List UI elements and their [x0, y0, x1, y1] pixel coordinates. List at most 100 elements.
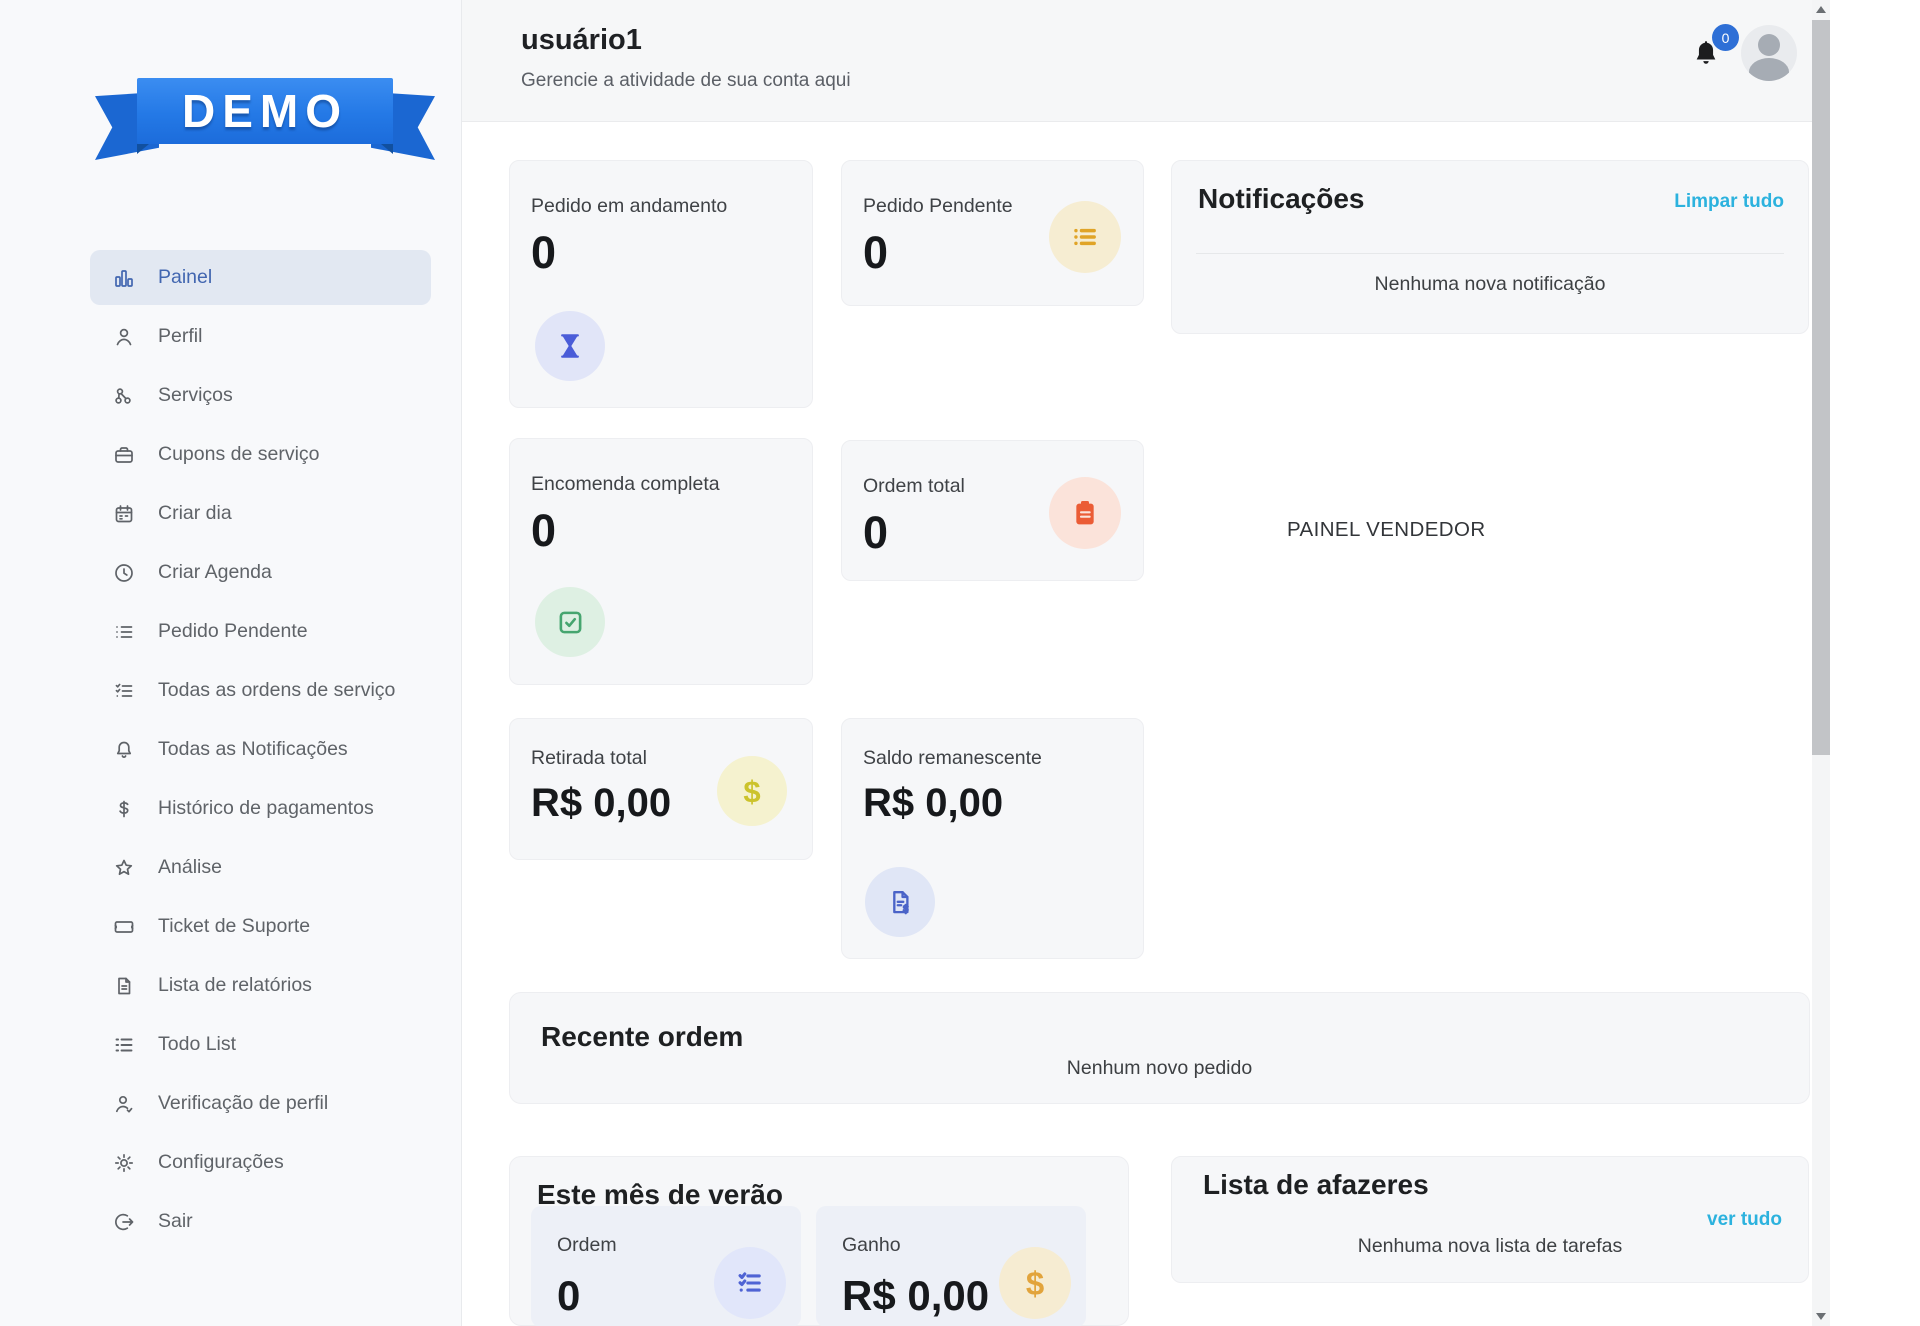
todo-panel: Lista de afazeres ver tudo Nenhuma nova …	[1171, 1156, 1809, 1283]
this-month-panel: Este mês de verão Ordem 0 Ganho R$ 0,00 …	[509, 1156, 1129, 1326]
sidebar-item-label: Ticket de Suporte	[158, 915, 310, 938]
scrollbar-thumb[interactable]	[1812, 20, 1830, 755]
card-title: Retirada total	[531, 747, 647, 770]
card-saldo-remanescente: Saldo remanescente R$ 0,00	[841, 718, 1144, 959]
page-header: usuário1 Gerencie a atividade de sua con…	[462, 0, 1812, 122]
check-square-icon	[535, 587, 605, 657]
sidebar-item-todo-list[interactable]: Todo List	[0, 1015, 462, 1074]
dollar-icon: $	[717, 756, 787, 826]
card-title: Pedido em andamento	[531, 195, 727, 218]
sidebar-item-sair[interactable]: Sair	[0, 1192, 462, 1251]
invoice-icon	[865, 867, 935, 937]
bell-outline-icon	[112, 738, 136, 762]
month-order-label: Ordem	[557, 1234, 617, 1257]
month-earning-value: R$ 0,00	[842, 1272, 989, 1320]
card-value: 0	[863, 507, 888, 559]
todo-empty-text: Nenhuma nova lista de tarefas	[1172, 1235, 1808, 1258]
sidebar-item-label: Perfil	[158, 325, 202, 348]
sidebar-item-lista-relatorios[interactable]: Lista de relatórios	[0, 956, 462, 1015]
sidebar-item-label: Todas as Notificações	[158, 738, 348, 761]
sidebar-item-label: Criar dia	[158, 502, 232, 525]
sidebar-item-painel[interactable]: Painel	[0, 248, 462, 307]
ribbon-band: DEMO	[137, 78, 393, 144]
gear-icon	[112, 1151, 136, 1175]
page-title: usuário1	[521, 24, 642, 57]
sidebar-item-cupons[interactable]: Cupons de serviço	[0, 425, 462, 484]
card-value: 0	[531, 505, 556, 557]
sidebar-item-notificacoes[interactable]: Todas as Notificações	[0, 720, 462, 779]
recent-order-empty-text: Nenhum novo pedido	[510, 1057, 1809, 1080]
notifications-title: Notificações	[1198, 183, 1365, 215]
sidebar-item-label: Criar Agenda	[158, 561, 272, 584]
dollar-icon	[112, 797, 136, 821]
view-all-link[interactable]: ver tudo	[1707, 1209, 1782, 1231]
painel-vendedor-label: PAINEL VENDEDOR	[1287, 518, 1486, 542]
card-title: Saldo remanescente	[863, 747, 1042, 770]
checklist-icon	[714, 1247, 786, 1319]
page-subtitle: Gerencie a atividade de sua conta aqui	[521, 70, 851, 92]
sidebar-item-pedido-pendente[interactable]: Pedido Pendente	[0, 602, 462, 661]
bar-chart-icon	[112, 266, 136, 290]
sidebar: DEMO Painel Perfil Serviços	[0, 0, 462, 1326]
month-order-value: 0	[557, 1272, 580, 1320]
hourglass-icon	[535, 311, 605, 381]
sidebar-item-label: Sair	[158, 1210, 193, 1233]
todo-list-icon	[112, 1033, 136, 1057]
sidebar-item-label: Todas as ordens de serviço	[158, 679, 395, 702]
sidebar-item-label: Painel	[158, 266, 212, 289]
card-encomenda-completa: Encomenda completa 0	[509, 438, 813, 685]
sidebar-item-servicos[interactable]: Serviços	[0, 366, 462, 425]
todo-title: Lista de afazeres	[1203, 1169, 1429, 1201]
pending-list-icon	[112, 620, 136, 644]
user-check-icon	[112, 1092, 136, 1116]
sidebar-item-label: Verificação de perfil	[158, 1092, 328, 1115]
user-icon	[112, 325, 136, 349]
divider	[1196, 253, 1784, 254]
sidebar-item-label: Histórico de pagamentos	[158, 797, 374, 820]
vertical-scrollbar[interactable]	[1812, 0, 1830, 1326]
card-pedido-pendente: Pedido Pendente 0	[841, 160, 1144, 306]
sidebar-item-label: Serviços	[158, 384, 233, 407]
sidebar-item-label: Pedido Pendente	[158, 620, 308, 643]
avatar-body	[1749, 58, 1789, 81]
notification-count-badge[interactable]: 0	[1712, 24, 1739, 51]
card-ordem-total: Ordem total 0	[841, 440, 1144, 581]
notifications-panel: Notificações Limpar tudo Nenhuma nova no…	[1171, 160, 1809, 334]
sidebar-item-criar-dia[interactable]: Criar dia	[0, 484, 462, 543]
recent-order-title: Recente ordem	[541, 1021, 743, 1053]
card-value: R$ 0,00	[863, 781, 1003, 826]
sidebar-item-ticket-suporte[interactable]: Ticket de Suporte	[0, 897, 462, 956]
scroll-down-button[interactable]	[1816, 1313, 1826, 1320]
document-icon	[112, 974, 136, 998]
sidebar-item-verificacao-perfil[interactable]: Verificação de perfil	[0, 1074, 462, 1133]
card-retirada-total: Retirada total R$ 0,00 $	[509, 718, 813, 860]
scroll-up-button[interactable]	[1816, 6, 1826, 13]
sidebar-nav: Painel Perfil Serviços Cupons de serviço	[0, 248, 462, 1251]
clipboard-icon	[1049, 477, 1121, 549]
ticket-icon	[112, 915, 136, 939]
card-title: Ordem total	[863, 475, 965, 498]
sidebar-item-perfil[interactable]: Perfil	[0, 307, 462, 366]
sidebar-item-label: Todo List	[158, 1033, 236, 1056]
recent-order-panel: Recente ordem Nenhum novo pedido	[509, 992, 1810, 1104]
checklist-icon	[112, 679, 136, 703]
services-icon	[112, 384, 136, 408]
demo-logo: DEMO	[0, 0, 462, 180]
briefcase-icon	[112, 443, 136, 467]
month-earning-label: Ganho	[842, 1234, 901, 1257]
card-value: 0	[531, 227, 556, 279]
card-title: Pedido Pendente	[863, 195, 1013, 218]
avatar[interactable]	[1741, 25, 1797, 81]
sidebar-item-analise[interactable]: Análise	[0, 838, 462, 897]
sidebar-item-configuracoes[interactable]: Configurações	[0, 1133, 462, 1192]
sidebar-item-ordens-servico[interactable]: Todas as ordens de serviço	[0, 661, 462, 720]
sidebar-item-historico-pagamentos[interactable]: Histórico de pagamentos	[0, 779, 462, 838]
sidebar-item-criar-agenda[interactable]: Criar Agenda	[0, 543, 462, 602]
dollar-icon: $	[999, 1247, 1071, 1319]
seller-dashboard: DEMO Painel Perfil Serviços	[0, 0, 1920, 1326]
logo-text: DEMO	[182, 84, 348, 138]
clear-all-link[interactable]: Limpar tudo	[1674, 191, 1784, 213]
calendar-icon	[112, 502, 136, 526]
sidebar-item-label: Lista de relatórios	[158, 974, 312, 997]
clock-icon	[112, 561, 136, 585]
